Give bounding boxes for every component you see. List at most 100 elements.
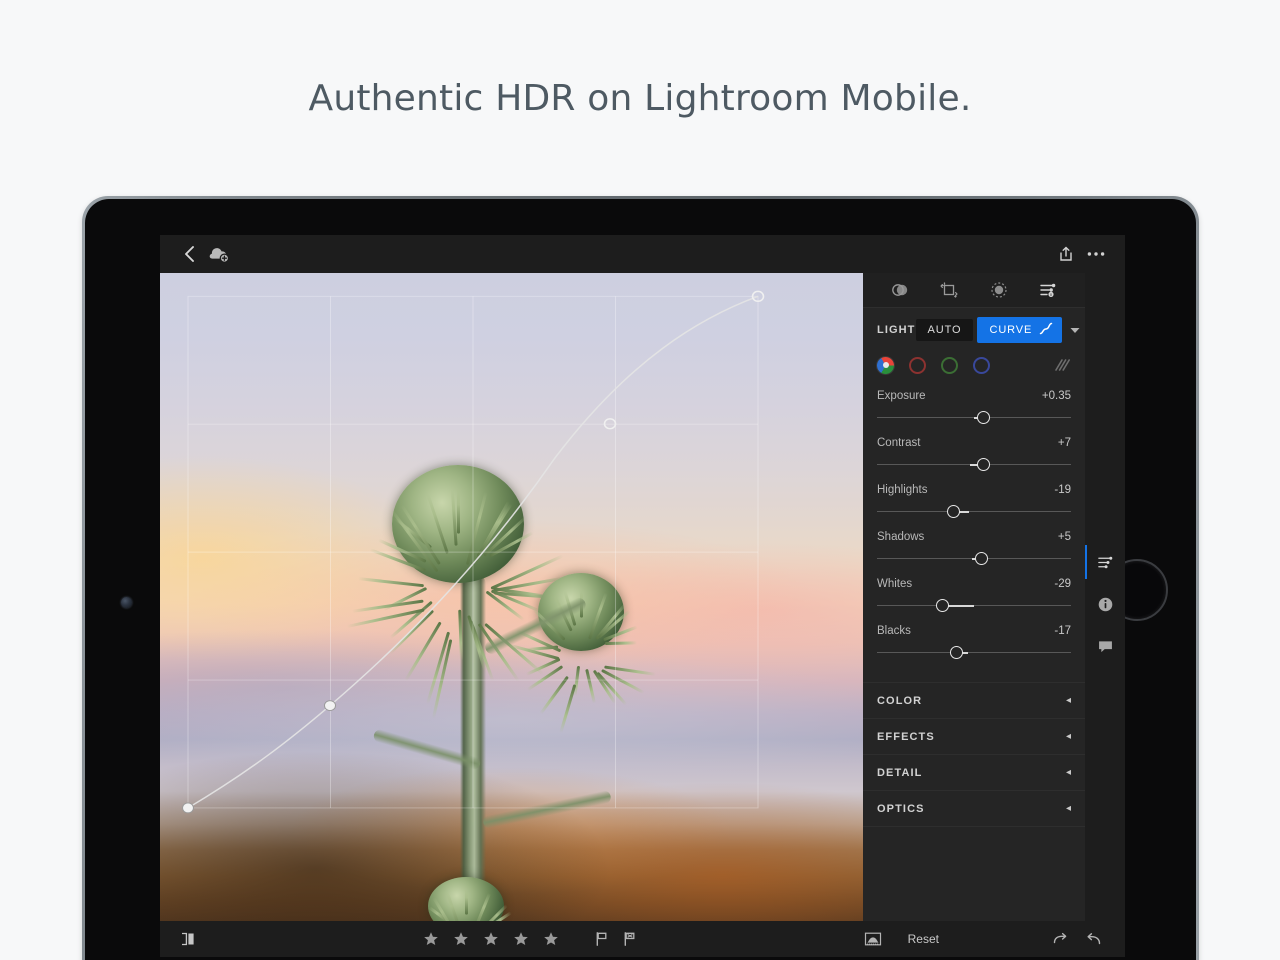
tablet-device: 0 LIGHT AUTO CURVE Exposure +0.35 Contra… [82,196,1199,960]
slider-track-line [877,605,1071,606]
star-4[interactable] [506,924,536,954]
light-section-header: LIGHT AUTO CURVE [877,317,1080,343]
app-bottombar: Reset [160,921,1125,957]
tab-presets-profiles[interactable] [885,277,915,303]
star-5[interactable] [536,924,566,954]
section-detail[interactable]: DETAIL ◂ [863,754,1085,790]
slider-track-line [877,511,1071,512]
section-optics[interactable]: OPTICS ◂ [863,790,1085,827]
comment-icon [1098,640,1112,652]
right-rail [1085,273,1125,921]
slider-blacks-label: Blacks [877,625,911,637]
slider-highlights-value: -19 [1054,484,1071,496]
auto-button[interactable]: AUTO [915,319,974,341]
section-effects[interactable]: EFFECTS ◂ [863,718,1085,754]
undo-icon[interactable] [1077,924,1111,954]
slider-blacks-header: Blacks -17 [877,625,1071,637]
collapsed-sections: COLOR ◂ EFFECTS ◂ DETAIL ◂ OPTICS ◂ [863,682,1085,827]
photo-canvas[interactable] [160,273,863,921]
section-color-label: COLOR [877,694,923,707]
before-after-compare-icon[interactable] [174,924,204,954]
section-color[interactable]: COLOR ◂ [863,682,1085,718]
edit-panel: 0 LIGHT AUTO CURVE Exposure +0.35 Contra… [863,273,1085,921]
app-screen: 0 LIGHT AUTO CURVE Exposure +0.35 Contra… [160,235,1125,957]
rail-item-info-panel[interactable] [1085,583,1125,625]
light-section: LIGHT AUTO CURVE Exposure +0.35 Contrast… [863,308,1085,676]
bottombar-left [174,924,204,954]
info-icon [1098,597,1112,611]
slider-highlights-knob[interactable] [947,505,961,518]
tab-edit-sliders[interactable]: 0 [1033,277,1063,303]
share-icon[interactable] [1051,239,1081,269]
green-channel-icon[interactable] [941,356,958,374]
tab-crop[interactable] [934,277,964,303]
chevron-left-icon: ◂ [1065,767,1071,778]
curve-channel-selector [877,354,1071,376]
slider-contrast: Contrast +7 [877,437,1071,472]
cloud-add-icon[interactable] [204,239,234,269]
slider-track-line [877,652,1071,653]
slider-shadows-knob[interactable] [975,552,989,565]
slider-shadows-track[interactable] [877,552,1071,566]
photo-image [160,273,863,921]
slider-shadows: Shadows +5 [877,531,1071,566]
slider-blacks-value: -17 [1054,625,1071,637]
page-title: Authentic HDR on Lightroom Mobile. [308,78,972,119]
slider-highlights-track[interactable] [877,505,1071,519]
reset-curve-icon[interactable] [1051,357,1071,373]
reset-button[interactable]: Reset [908,932,939,946]
light-section-title: LIGHT [877,324,916,336]
redo-icon[interactable] [1043,924,1077,954]
light-sliders: Exposure +0.35 Contrast +7 Highlights -1… [877,390,1071,660]
histogram-icon[interactable] [856,924,890,954]
slider-contrast-label: Contrast [877,437,921,449]
more-options-icon[interactable] [1081,239,1111,269]
slider-exposure-label: Exposure [877,390,926,402]
tablet-bezel: 0 LIGHT AUTO CURVE Exposure +0.35 Contra… [85,199,1196,960]
slider-highlights-header: Highlights -19 [877,484,1071,496]
tool-tabs: 0 [863,273,1085,308]
rail-item-edit-panel[interactable] [1085,541,1125,583]
slider-whites-track[interactable] [877,599,1071,613]
slider-exposure-value: +0.35 [1041,390,1071,402]
app-topbar [160,235,1125,273]
tab-selective[interactable] [984,277,1014,303]
curve-button-label: CURVE [989,324,1033,336]
slider-shadows-header: Shadows +5 [877,531,1071,543]
slider-blacks-track[interactable] [877,646,1071,660]
curve-button[interactable]: CURVE [977,317,1063,343]
section-detail-label: DETAIL [877,766,923,779]
flag-reject-icon[interactable] [616,925,644,953]
red-channel-icon[interactable] [909,356,926,374]
front-camera-lens-icon [121,597,132,608]
tone-curve-icon [1039,322,1053,338]
chevron-left-icon: ◂ [1065,803,1071,814]
slider-exposure-knob[interactable] [977,411,991,424]
edit-sliders-icon [1097,556,1112,568]
chevron-down-icon[interactable] [1070,327,1080,334]
app-body: 0 LIGHT AUTO CURVE Exposure +0.35 Contra… [160,273,1125,921]
rail-item-comments-panel[interactable] [1085,625,1125,667]
slider-shadows-value: +5 [1057,531,1071,543]
chevron-left-icon[interactable] [174,239,204,269]
slider-exposure-track[interactable] [877,411,1071,425]
slider-contrast-track[interactable] [877,458,1071,472]
chevron-left-icon: ◂ [1065,695,1071,706]
slider-blacks-knob[interactable] [950,646,964,659]
slider-whites: Whites -29 [877,578,1071,613]
slider-highlights: Highlights -19 [877,484,1071,519]
rgb-channel-icon[interactable] [877,356,894,374]
screenshot-root: Authentic HDR on Lightroom Mobile. 0 LIG… [0,0,1280,960]
slider-contrast-value: +7 [1057,437,1071,449]
flag-pick-icon[interactable] [588,925,616,953]
slider-contrast-knob[interactable] [977,458,991,471]
slider-whites-label: Whites [877,578,913,590]
slider-whites-knob[interactable] [936,599,950,612]
blue-channel-icon[interactable] [973,356,990,374]
slider-shadows-label: Shadows [877,531,925,543]
star-3[interactable] [476,924,506,954]
slider-whites-value: -29 [1054,578,1071,590]
star-2[interactable] [446,924,476,954]
star-1[interactable] [416,924,446,954]
slider-exposure-header: Exposure +0.35 [877,390,1071,402]
